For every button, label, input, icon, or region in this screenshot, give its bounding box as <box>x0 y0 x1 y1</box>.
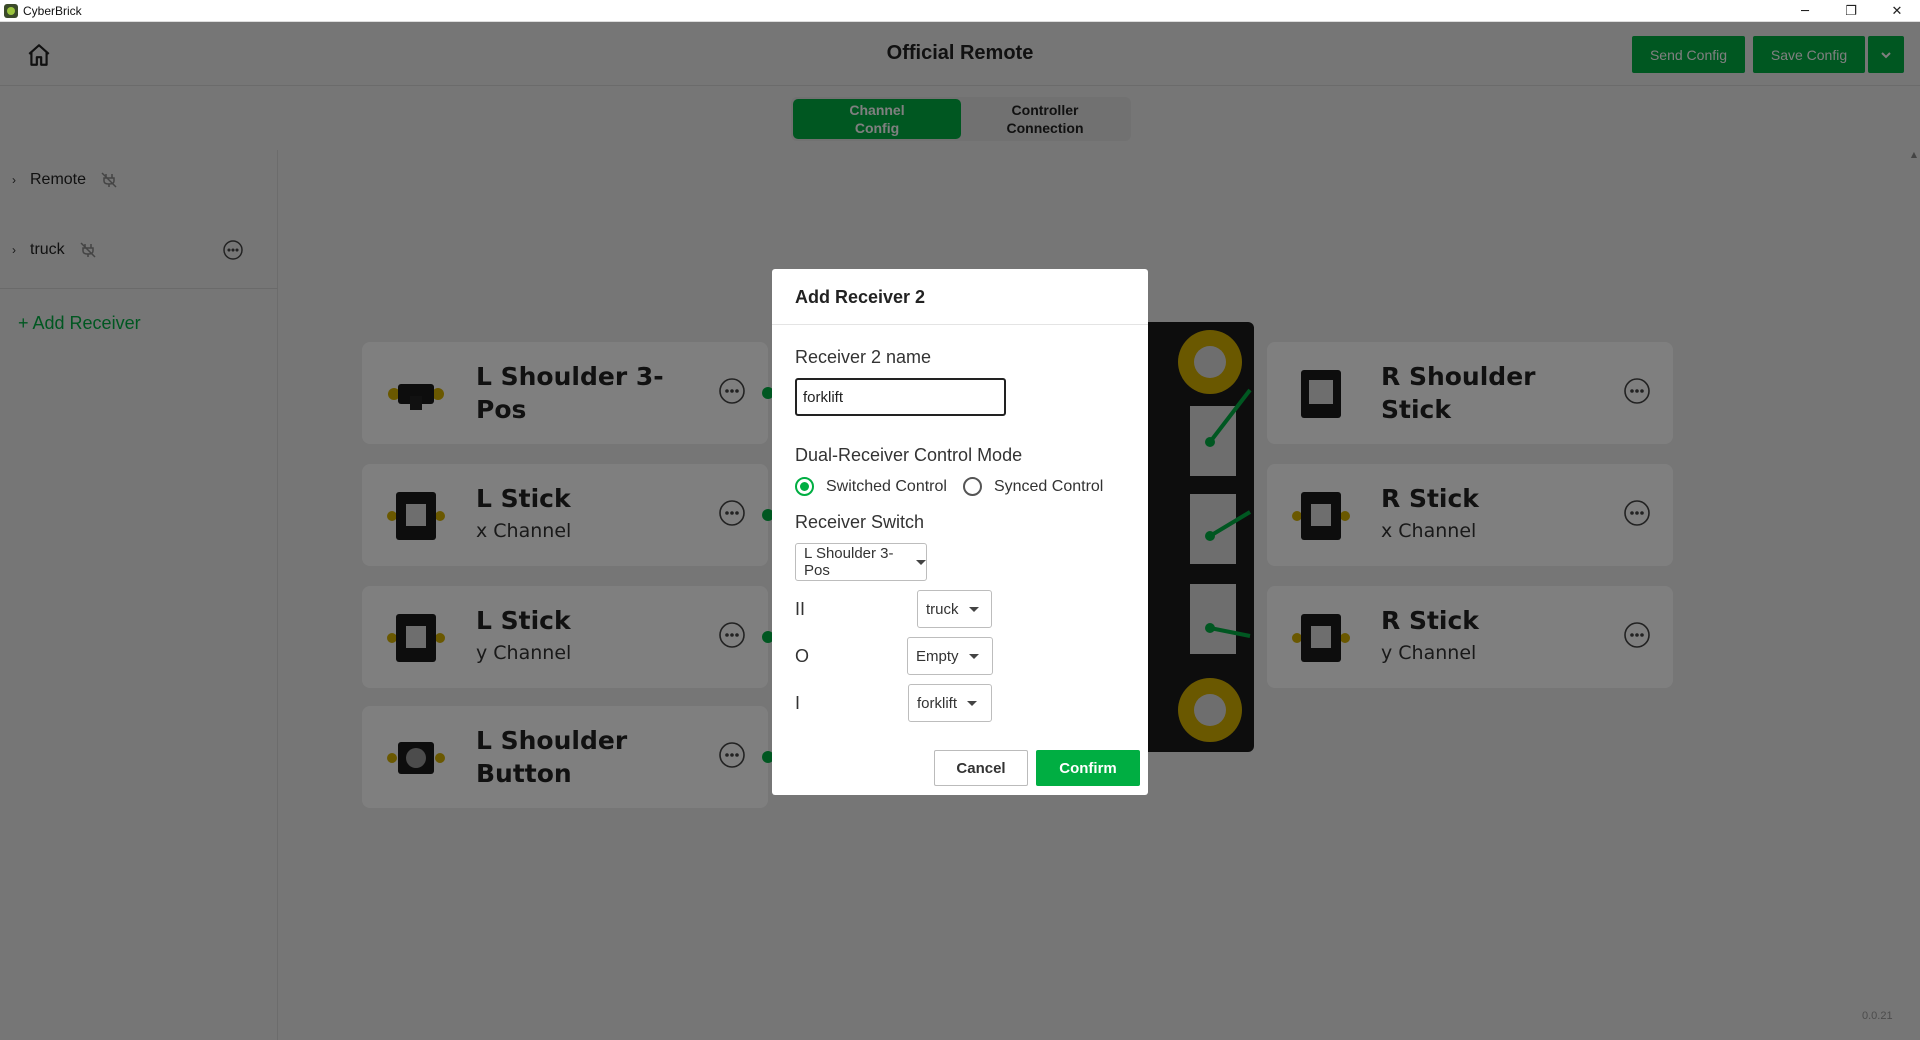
restore-button[interactable]: ❐ <box>1828 0 1874 22</box>
control-mode-radio-group: Switched Control Synced Control <box>795 477 1103 496</box>
caret-down-icon <box>968 653 979 659</box>
select-value: truck <box>926 600 959 618</box>
synced-control-label[interactable]: Synced Control <box>994 478 1103 496</box>
app-title: CyberBrick <box>23 3 82 18</box>
switched-control-label[interactable]: Switched Control <box>826 478 947 496</box>
receiver-switch-select[interactable]: L Shoulder 3-Pos <box>795 543 927 581</box>
select-value: Empty <box>916 647 959 665</box>
app-logo-icon <box>4 3 18 18</box>
receiver-switch-label: Receiver Switch <box>795 512 925 532</box>
switched-control-radio[interactable] <box>795 477 814 496</box>
add-receiver-dialog: Add Receiver 2 Receiver 2 name Dual-Rece… <box>772 269 1148 795</box>
position-label-o: O <box>795 646 810 666</box>
position-label-i: I <box>795 693 801 713</box>
close-button[interactable]: ✕ <box>1874 0 1920 22</box>
position-label-ii: II <box>795 599 806 619</box>
dialog-title: Add Receiver 2 <box>795 287 926 307</box>
cancel-button[interactable]: Cancel <box>934 750 1028 786</box>
confirm-button[interactable]: Confirm <box>1036 750 1140 786</box>
window-titlebar: CyberBrick ─ ❐ ✕ <box>0 0 1920 22</box>
receiver-name-input[interactable] <box>795 378 1006 416</box>
receiver-name-label: Receiver 2 name <box>795 347 932 367</box>
window-controls: ─ ❐ ✕ <box>1782 0 1920 22</box>
caret-down-icon <box>916 559 926 565</box>
select-value: L Shoulder 3-Pos <box>804 545 894 579</box>
synced-control-radio[interactable] <box>962 477 982 496</box>
position-o-select[interactable]: Empty <box>907 637 993 675</box>
control-mode-label: Dual-Receiver Control Mode <box>795 445 1023 465</box>
minimize-button[interactable]: ─ <box>1782 0 1828 22</box>
caret-down-icon <box>968 606 979 612</box>
select-value: forklift <box>917 694 958 712</box>
caret-down-icon <box>967 700 978 706</box>
position-i-select[interactable]: forklift <box>908 684 992 722</box>
position-ii-select[interactable]: truck <box>917 590 992 628</box>
dialog-divider <box>772 324 1148 325</box>
